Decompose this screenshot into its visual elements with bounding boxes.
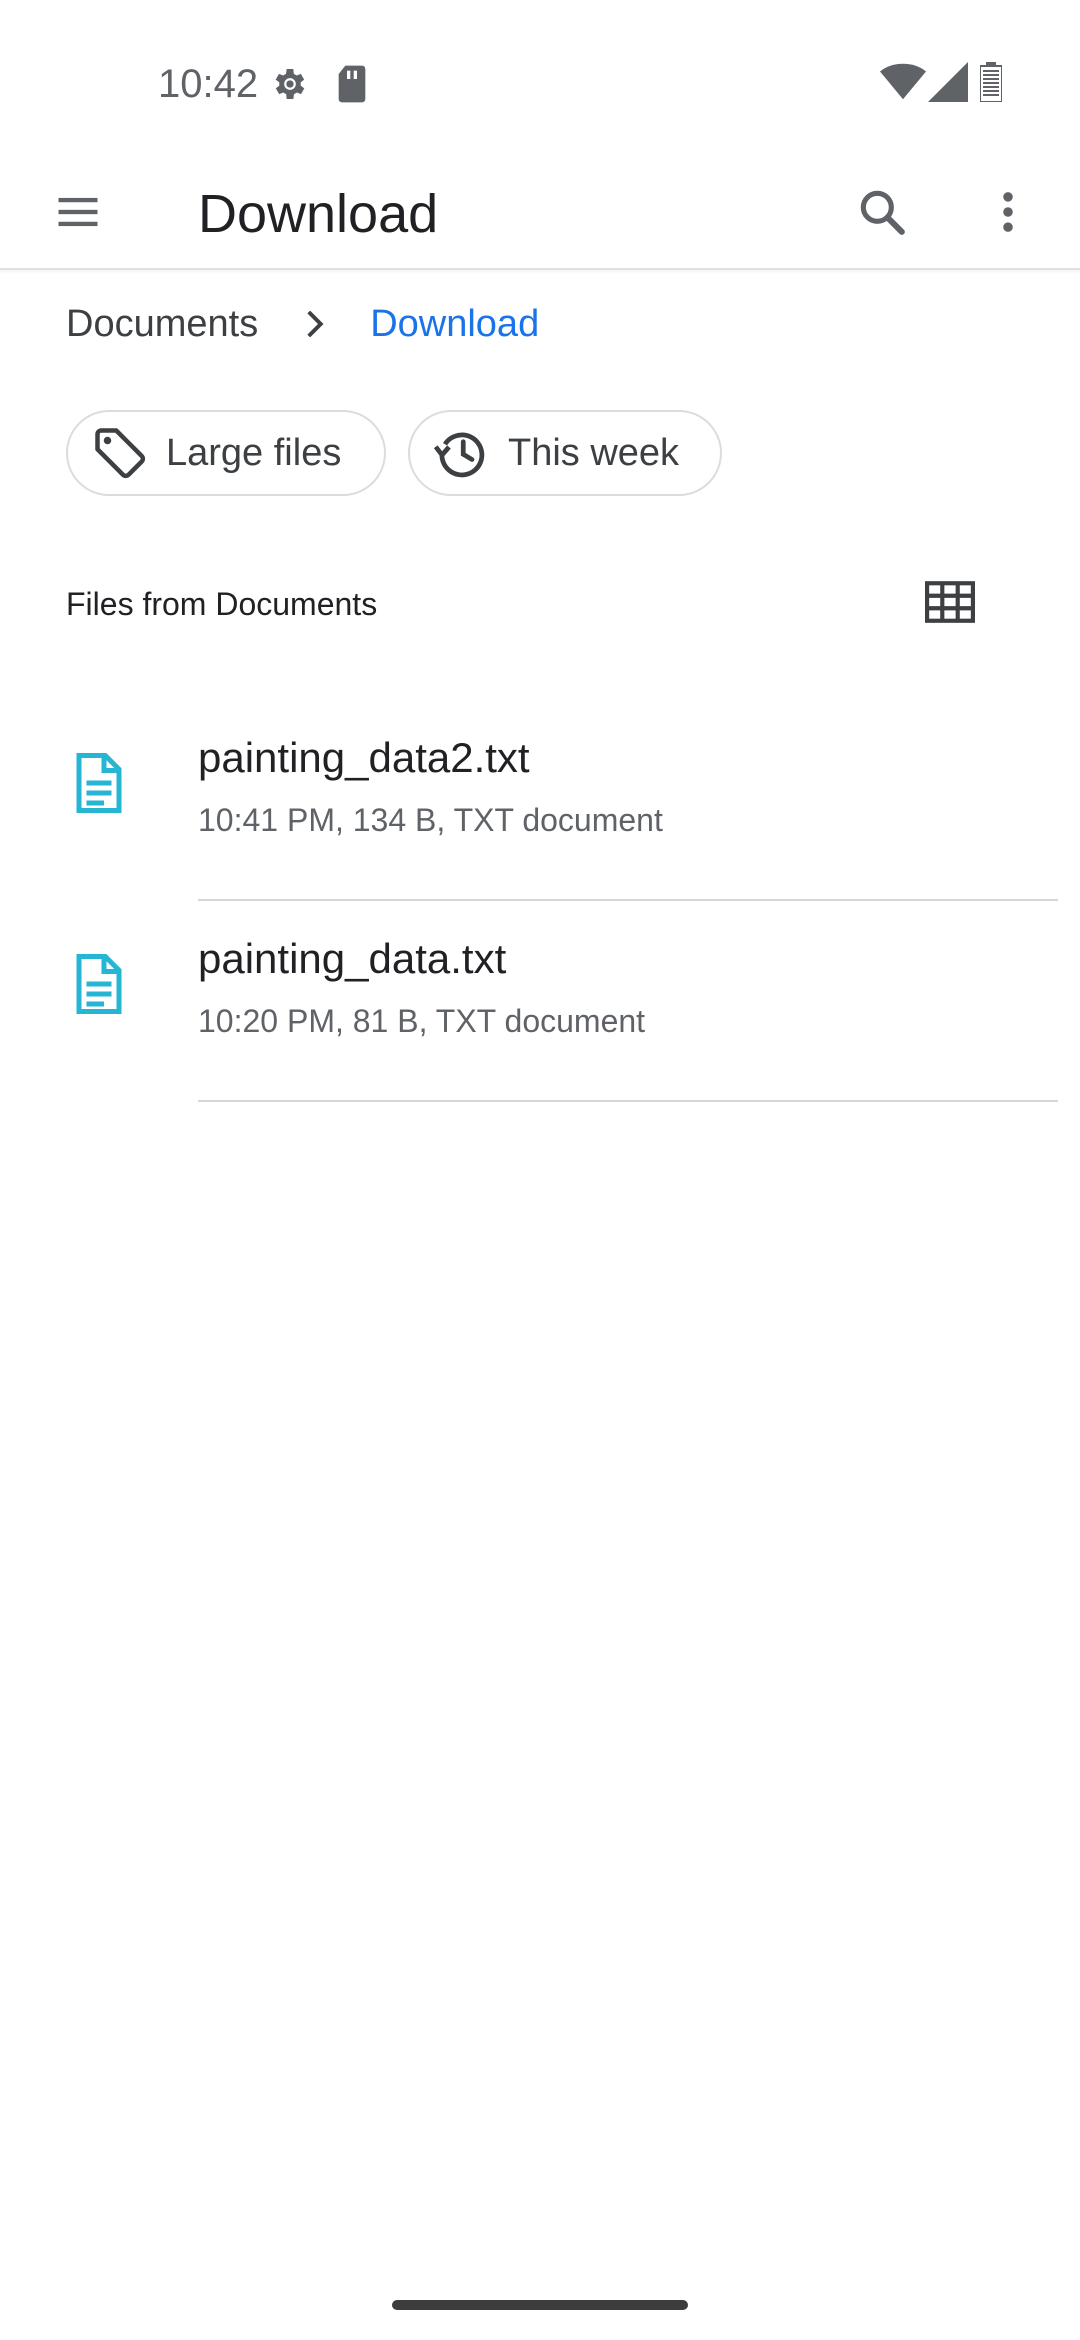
divider [198, 1100, 1058, 1102]
history-icon [432, 423, 492, 483]
gear-icon [275, 69, 305, 99]
text-file-icon [66, 951, 132, 1017]
list-item[interactable]: painting_data.txt 10:20 PM, 81 B, TXT do… [0, 901, 1080, 1102]
tag-icon [90, 423, 150, 483]
file-list: painting_data2.txt 10:41 PM, 134 B, TXT … [0, 700, 1080, 1102]
chip-label: Large files [166, 432, 342, 474]
more-vert-icon [1003, 192, 1013, 232]
filter-chips: Large files This week [66, 410, 722, 496]
text-file-icon [66, 750, 132, 816]
wifi-icon [880, 63, 926, 100]
menu-icon [58, 197, 98, 227]
search-button[interactable] [834, 164, 930, 260]
breadcrumb: Documents Download [66, 296, 539, 352]
file-name: painting_data2.txt [198, 734, 530, 781]
gesture-nav-handle[interactable] [392, 2300, 688, 2310]
search-icon [860, 190, 905, 235]
more-options-button[interactable] [960, 164, 1056, 260]
breadcrumb-documents[interactable]: Documents [66, 296, 258, 352]
sd-card-icon [338, 65, 366, 103]
chip-label: This week [508, 432, 680, 474]
page-title: Download [198, 184, 439, 244]
chevron-right-icon [258, 296, 370, 352]
grid-view-button[interactable] [912, 564, 988, 640]
list-item[interactable]: painting_data2.txt 10:41 PM, 134 B, TXT … [0, 700, 1080, 901]
menu-button[interactable] [30, 164, 126, 260]
battery-icon [980, 62, 1002, 102]
file-meta: 10:41 PM, 134 B, TXT document [198, 802, 663, 838]
app-bar: Download [0, 160, 1080, 270]
file-meta: 10:20 PM, 81 B, TXT document [198, 1003, 646, 1039]
section-title: Files from Documents [66, 586, 378, 622]
status-bar: 10:42 [0, 0, 1080, 160]
grid-view-icon [925, 581, 975, 623]
status-time: 10:42 [158, 62, 259, 106]
chip-large-files[interactable]: Large files [66, 410, 386, 496]
file-name: painting_data.txt [198, 935, 507, 982]
chip-this-week[interactable]: This week [408, 410, 722, 496]
cell-signal-icon [928, 62, 968, 102]
breadcrumb-download[interactable]: Download [370, 296, 539, 352]
